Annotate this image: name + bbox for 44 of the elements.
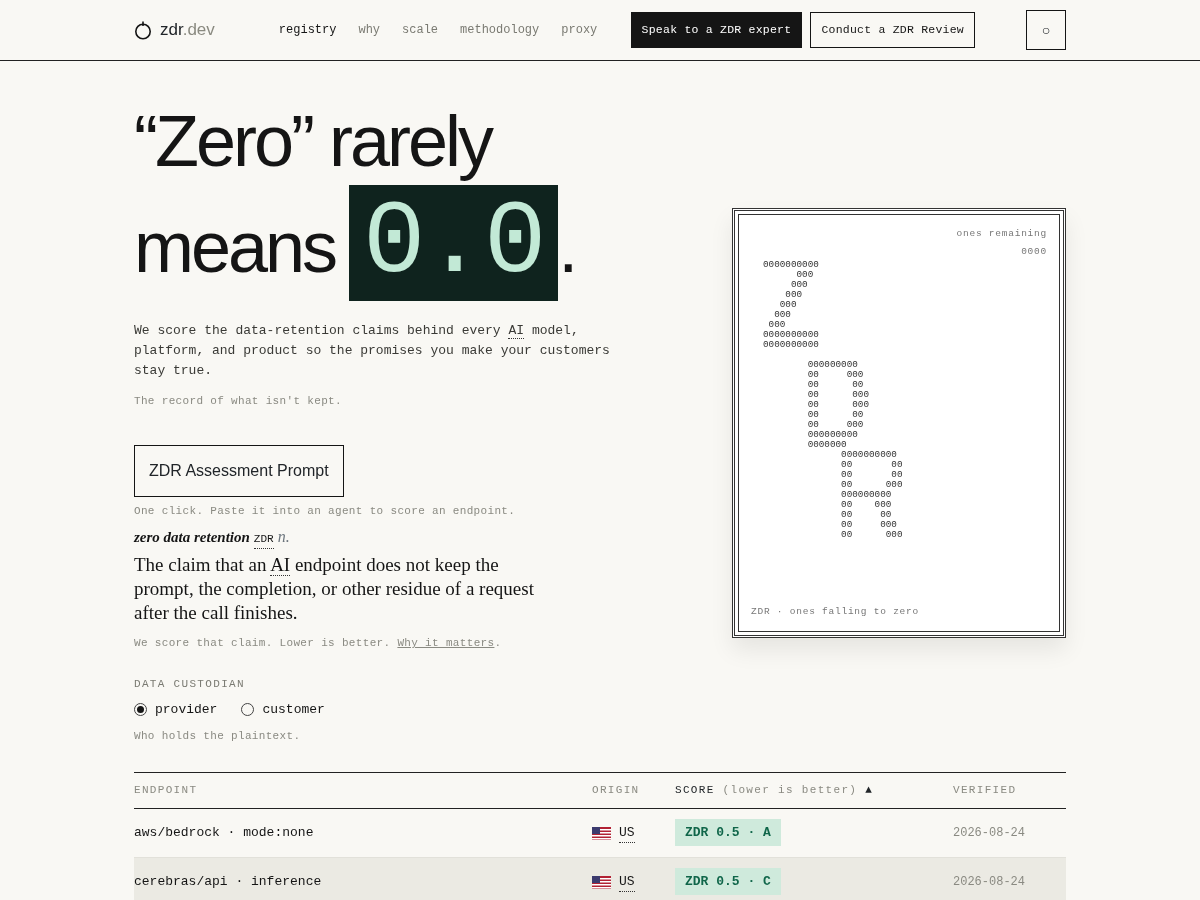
review-button[interactable]: Conduct a ZDR Review	[810, 12, 975, 48]
origin-code: US	[619, 871, 635, 893]
abbreviation: ZDR	[253, 531, 274, 549]
counter-label: ones remaining	[955, 227, 1047, 241]
score-highlight: 0.0	[349, 185, 559, 301]
column-note: (lower is better)	[722, 783, 858, 799]
part-of-speech: n.	[277, 527, 290, 547]
nav-link[interactable]: scale	[402, 21, 439, 39]
endpoint-cell-text: cerebras/api · inference	[134, 873, 323, 892]
radio-option[interactable]: provider	[134, 700, 218, 720]
origin-code: US	[619, 822, 635, 844]
nav-link[interactable]: proxy	[561, 21, 598, 39]
definition-term: zero data retention	[134, 528, 250, 547]
verified-date: 2026-08-24	[953, 874, 1025, 891]
nav-link[interactable]: methodology	[460, 21, 540, 39]
sort-icon[interactable]: ▲	[865, 782, 874, 799]
ascii-art: 0000000000 000 000 000 000 000 000 0000000000 0000000000	[763, 259, 820, 350]
logo-text[interactable]: zdr.dev	[160, 17, 215, 43]
endpoint-cell-text: aws/bedrock · mode:none	[134, 824, 315, 843]
tagline: The record of what isn't kept.	[134, 394, 343, 409]
column-header[interactable]: SCORE	[675, 782, 715, 799]
art-caption: ZDR · ones falling to zero	[751, 604, 920, 619]
flag-icon	[592, 875, 611, 889]
ascii-art: 000000000 00 000 00 00 00 000 00 000 00 00 00 000 000000000 0000000 0000000000 00 00 00 00 00 000 000000000 00 000 00 00 00 000 00 000	[806, 359, 904, 540]
headline: means	[134, 211, 336, 289]
flag-icon	[592, 826, 611, 840]
nav-link[interactable]: registry	[278, 21, 337, 39]
note-text: We score that claim. Lower is better. Why it matters.	[134, 636, 503, 651]
custodian-hint: Who holds the plaintext.	[134, 728, 302, 744]
theme-toggle-button[interactable]: ○	[1026, 10, 1066, 50]
definition-text: The claim that an AI endpoint does not keep the prompt, the completion, or other residue of a request after the call finishes.	[134, 553, 535, 625]
headline-period: .	[558, 211, 576, 289]
radio-option[interactable]: customer	[241, 700, 325, 720]
power-icon	[134, 20, 152, 40]
score-badge: ZDR 0.5 · A	[675, 819, 781, 847]
contact-button[interactable]: Speak to a ZDR expert	[630, 12, 803, 48]
nav-link[interactable]: why	[358, 21, 381, 39]
counter-value: 0000	[1020, 245, 1047, 260]
prompt-button[interactable]: ZDR Assessment Prompt	[134, 444, 344, 497]
intro-paragraph: We score the data-retention claims behind every AI model, platform, and product so the promises you make your customers stay true.	[134, 322, 611, 380]
prompt-hint: One click. Paste it into an agent to score an endpoint.	[134, 503, 517, 519]
verified-date: 2026-08-24	[953, 825, 1025, 842]
score-badge: ZDR 0.5 · C	[675, 868, 781, 896]
section-label: DATA CUSTODIAN	[134, 676, 246, 692]
